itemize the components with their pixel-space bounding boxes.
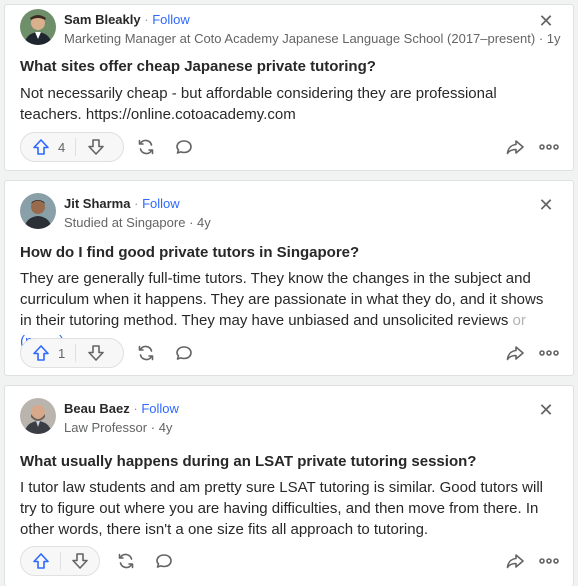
reshare-icon[interactable] [114,549,138,573]
author-name[interactable]: Beau Baez [64,401,130,416]
downvote-arrow-icon [88,139,105,155]
answer-timestamp[interactable]: 4y [159,420,173,435]
author-credential[interactable]: Marketing Manager at Coto Academy Japane… [64,31,535,46]
share-arrow-icon[interactable] [503,135,527,159]
downvote-button[interactable] [61,547,99,575]
answer-fade-text: or [512,312,526,329]
share-arrow-icon[interactable] [503,549,527,573]
vote-pill: 1 [20,338,124,368]
downvote-button[interactable] [76,133,116,161]
answer-card-3: Beau Baez · Follow Law Professor · 4y ✕ … [4,385,574,586]
comment-bubble-icon[interactable] [152,549,176,573]
separator-dot: · [189,215,194,230]
separator-dot: · [538,31,544,46]
comment-bubble-icon[interactable] [172,135,196,159]
more-dots-icon[interactable] [537,341,561,365]
upvote-button[interactable]: 4 [21,133,75,161]
vote-pill: 4 [20,132,124,162]
comment-bubble-icon[interactable] [172,341,196,365]
downvote-arrow-icon [88,345,105,361]
question-title[interactable]: What usually happens during an LSAT priv… [20,452,561,472]
answer-text: Not necessarily cheap - but affordable c… [20,83,559,125]
follow-button[interactable]: Follow [142,196,180,211]
more-dots-icon[interactable] [537,135,561,159]
question-title[interactable]: What sites offer cheap Japanese private … [20,57,561,77]
upvote-count: 1 [58,345,66,361]
close-icon[interactable]: ✕ [534,9,558,33]
answer-body: They are generally full-time tutors. The… [20,270,544,329]
avatar[interactable] [20,398,56,434]
upvote-arrow-icon [33,345,49,361]
separator-dot: · [134,196,139,211]
upvote-arrow-icon [33,553,49,569]
reshare-icon[interactable] [134,341,158,365]
downvote-button[interactable] [76,339,116,367]
follow-button[interactable]: Follow [152,12,190,27]
author-name[interactable]: Jit Sharma [64,196,130,211]
avatar[interactable] [20,193,56,229]
action-bar: 4 [20,132,561,162]
answer-timestamp[interactable]: 1y [547,31,561,46]
close-icon[interactable]: ✕ [534,398,558,422]
answer-body: I tutor law students and am pretty sure … [20,479,544,538]
downvote-arrow-icon [72,553,88,569]
answer-body: Not necessarily cheap - but affordable c… [20,85,497,123]
answer-card-1: Sam Bleakly · Follow Marketing Manager a… [4,4,574,171]
answer-card-2: Jit Sharma · Follow Studied at Singapore… [4,180,574,376]
reshare-icon[interactable] [134,135,158,159]
author-credential[interactable]: Law Professor [64,420,147,435]
action-bar: 1 [20,338,561,368]
answer-text: I tutor law students and am pretty sure … [20,477,559,540]
separator-dot: · [150,420,156,435]
upvote-arrow-icon [33,139,49,155]
upvote-count: 4 [58,139,66,155]
avatar[interactable] [20,9,56,45]
more-dots-icon[interactable] [537,549,561,573]
author-credential[interactable]: Studied at Singapore [64,215,185,230]
vote-pill [20,546,100,576]
separator-dot: · [133,401,138,416]
upvote-button[interactable]: 1 [21,339,75,367]
close-icon[interactable]: ✕ [534,193,558,217]
question-title[interactable]: How do I find good private tutors in Sin… [20,243,561,263]
upvote-button[interactable] [21,547,60,575]
follow-button[interactable]: Follow [141,401,179,416]
answer-timestamp[interactable]: 4y [197,215,211,230]
separator-dot: · [144,12,149,27]
share-arrow-icon[interactable] [503,341,527,365]
action-bar [20,546,561,576]
author-name[interactable]: Sam Bleakly [64,12,141,27]
